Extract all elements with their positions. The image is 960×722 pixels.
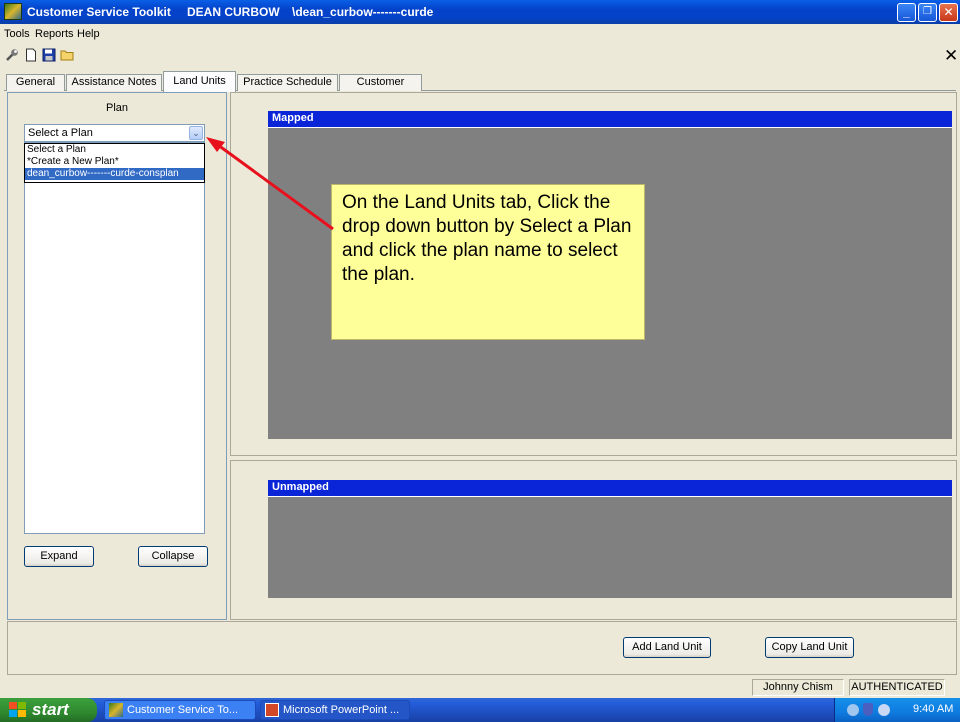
network-icon[interactable]	[847, 704, 859, 716]
new-document-icon[interactable]	[24, 48, 38, 62]
status-auth: AUTHENTICATED	[849, 679, 945, 696]
plan-tree[interactable]	[24, 142, 205, 534]
plan-dropdown-list: Select a Plan *Create a New Plan* dean_c…	[24, 143, 205, 183]
menu-help[interactable]: Help	[77, 28, 100, 40]
start-label: start	[32, 700, 69, 719]
tray-icon[interactable]	[878, 704, 890, 716]
customer-name: DEAN CURBOW	[187, 5, 280, 19]
menu-reports[interactable]: Reports	[35, 28, 74, 40]
system-tray: 9:40 AM	[834, 698, 960, 722]
taskbar-item-label: Microsoft PowerPoint ...	[283, 704, 400, 716]
plan-select-dropdown[interactable]: Select a Plan ⌄	[24, 124, 205, 142]
copy-land-unit-button[interactable]: Copy Land Unit	[765, 637, 854, 658]
open-folder-icon[interactable]	[60, 48, 74, 62]
expand-button[interactable]: Expand	[24, 546, 94, 567]
plan-option-consplan[interactable]: dean_curbow-------curde-consplan	[25, 168, 204, 180]
save-icon[interactable]	[42, 48, 56, 62]
tab-assistance-notes[interactable]: Assistance Notes	[66, 74, 162, 91]
tab-practice-schedule[interactable]: Practice Schedule	[237, 74, 338, 91]
wrench-icon[interactable]	[5, 48, 19, 62]
taskbar-item-powerpoint[interactable]: Microsoft PowerPoint ...	[260, 700, 410, 720]
app-title: Customer Service Toolkit	[27, 5, 171, 19]
unmapped-grid[interactable]	[268, 497, 952, 598]
plan-select-value: Select a Plan	[28, 127, 93, 139]
collapse-button[interactable]: Collapse	[138, 546, 208, 567]
unmapped-header: Unmapped	[268, 480, 952, 497]
app-icon[interactable]	[4, 3, 22, 20]
tab-customer-files[interactable]: Customer Files	[339, 74, 422, 103]
mapped-header: Mapped	[268, 111, 952, 128]
plan-option-select[interactable]: Select a Plan	[25, 144, 204, 156]
tab-land-units[interactable]: Land Units	[163, 71, 236, 92]
plan-option-create-new[interactable]: *Create a New Plan*	[25, 156, 204, 168]
window-title-bar[interactable]: Customer Service Toolkit DEAN CURBOW \de…	[0, 0, 960, 24]
plan-heading: Plan	[105, 102, 129, 114]
menu-tools[interactable]: Tools	[4, 28, 30, 40]
windows-logo-icon	[9, 702, 26, 717]
customer-path: \dean_curbow-------curde	[292, 5, 434, 19]
powerpoint-icon	[265, 703, 279, 717]
maximize-button[interactable]: ❐	[918, 3, 937, 22]
menu-bar: Tools Reports Help	[0, 25, 960, 43]
close-form-icon[interactable]: ✕	[944, 46, 958, 66]
red-arrow-icon	[206, 137, 334, 231]
taskbar-item-customer-service[interactable]: Customer Service To...	[104, 700, 256, 720]
taskbar: start Customer Service To... Microsoft P…	[0, 698, 960, 722]
tab-general[interactable]: General	[6, 74, 65, 91]
shield-icon[interactable]	[863, 703, 873, 716]
start-button[interactable]: start	[0, 698, 97, 722]
status-user: Johnny Chism	[752, 679, 844, 696]
toolbar: ✕	[0, 44, 960, 68]
taskbar-item-label: Customer Service To...	[127, 704, 239, 716]
instruction-callout: On the Land Units tab, Click the drop do…	[331, 184, 645, 340]
toolkit-icon	[109, 703, 123, 717]
add-land-unit-button[interactable]: Add Land Unit	[623, 637, 711, 658]
clock[interactable]: 9:40 AM	[913, 703, 953, 715]
close-window-button[interactable]: ✕	[939, 3, 958, 22]
minimize-button[interactable]: _	[897, 3, 916, 22]
